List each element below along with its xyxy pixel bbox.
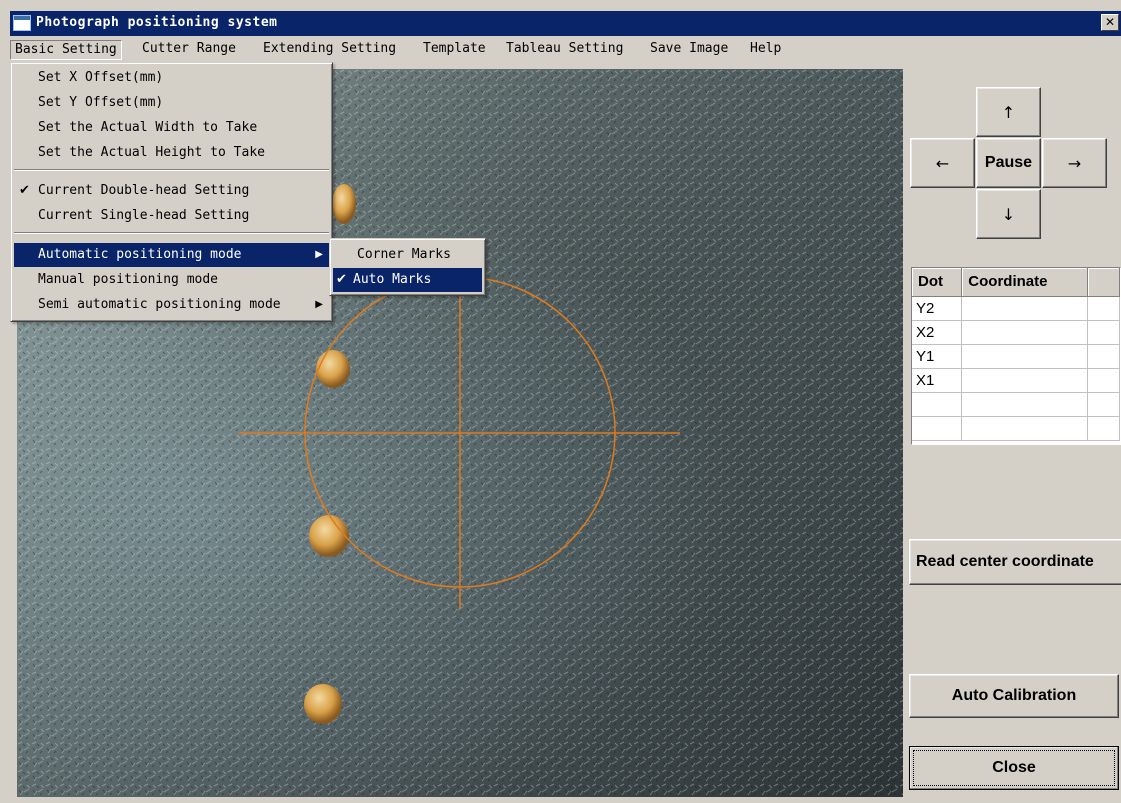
menu-save-image[interactable]: Save Image bbox=[646, 40, 732, 60]
menu-separator bbox=[14, 169, 329, 171]
check-icon: ✔ bbox=[336, 272, 347, 287]
dot-coordinate-grid[interactable]: Dot Coordinate Y2 X2 Y1 X1 bbox=[911, 267, 1121, 445]
dot-table: Dot Coordinate Y2 X2 Y1 X1 bbox=[912, 268, 1120, 441]
column-header-coordinate[interactable]: Coordinate bbox=[961, 268, 1089, 297]
check-icon: ✔ bbox=[19, 183, 30, 198]
window-title: Photograph positioning system bbox=[36, 15, 278, 30]
menu-item-label: Set Y Offset(mm) bbox=[38, 95, 164, 110]
window-close-button[interactable]: ✕ bbox=[1101, 14, 1119, 31]
pause-label: Pause bbox=[984, 154, 1033, 171]
table-row[interactable]: X2 bbox=[912, 320, 1120, 345]
jog-left-button[interactable]: ← bbox=[910, 138, 975, 188]
app-window-icon bbox=[13, 15, 31, 31]
menu-item-label: Corner Marks bbox=[357, 247, 451, 262]
registration-mark bbox=[332, 184, 356, 224]
read-center-label: Read center coordinate bbox=[916, 553, 1094, 570]
menu-extending-setting[interactable]: Extending Setting bbox=[259, 40, 400, 60]
table-header-row: Dot Coordinate bbox=[912, 268, 1120, 297]
menu-cutter-range[interactable]: Cutter Range bbox=[138, 40, 240, 60]
column-header-dot[interactable]: Dot bbox=[912, 268, 963, 297]
dot-cell: Y1 bbox=[912, 344, 963, 369]
menu-template[interactable]: Template bbox=[419, 40, 490, 60]
menu-item-label: Current Single-head Setting bbox=[38, 208, 250, 223]
auto-calibration-label: Auto Calibration bbox=[951, 687, 1077, 704]
menu-item-set-actual-height[interactable]: Set the Actual Height to Take bbox=[14, 141, 329, 165]
menu-item-set-y-offset[interactable]: Set Y Offset(mm) bbox=[14, 91, 329, 115]
registration-mark bbox=[316, 350, 350, 388]
arrow-right-icon: → bbox=[1067, 153, 1082, 173]
close-label: Close bbox=[992, 759, 1036, 776]
table-row[interactable]: Y1 bbox=[912, 344, 1120, 369]
extra-cell bbox=[1087, 368, 1120, 393]
extra-cell bbox=[1087, 296, 1120, 321]
menu-basic-setting[interactable]: Basic Setting bbox=[10, 40, 122, 60]
arrow-up-icon: ↑ bbox=[1001, 102, 1016, 122]
menu-item-label: Semi automatic positioning mode bbox=[38, 297, 281, 312]
basic-setting-menu: Set X Offset(mm) Set Y Offset(mm) Set th… bbox=[10, 62, 333, 322]
dot-cell: X1 bbox=[912, 368, 963, 393]
menu-separator bbox=[14, 232, 329, 234]
coordinate-cell bbox=[961, 416, 1089, 441]
menu-help[interactable]: Help bbox=[746, 40, 785, 60]
table-row[interactable] bbox=[912, 416, 1120, 441]
jog-up-button[interactable]: ↑ bbox=[976, 87, 1041, 137]
menu-item-set-x-offset[interactable]: Set X Offset(mm) bbox=[14, 66, 329, 90]
pause-button[interactable]: Pause bbox=[976, 138, 1041, 188]
title-bar: Photograph positioning system ✕ bbox=[10, 11, 1121, 36]
dot-cell bbox=[912, 392, 963, 417]
control-panel: ↑ ← Pause → ↓ Dot Coordinate Y2 X2 Y1 X1 bbox=[905, 62, 1121, 803]
coordinate-cell bbox=[961, 368, 1089, 393]
read-center-coordinate-button[interactable]: Read center coordinate bbox=[909, 539, 1121, 585]
coordinate-cell bbox=[961, 344, 1089, 369]
menu-item-automatic-positioning[interactable]: Automatic positioning mode ▶ bbox=[14, 243, 329, 267]
menu-tableau-setting[interactable]: Tableau Setting bbox=[502, 40, 627, 60]
dot-cell: Y2 bbox=[912, 296, 963, 321]
menu-item-label: Current Double-head Setting bbox=[38, 183, 250, 198]
close-button[interactable]: Close bbox=[909, 746, 1119, 790]
jog-down-button[interactable]: ↓ bbox=[976, 189, 1041, 239]
column-header-extra[interactable] bbox=[1087, 268, 1120, 297]
submenu-item-corner-marks[interactable]: Corner Marks bbox=[333, 243, 482, 267]
auto-positioning-submenu: Corner Marks ✔ Auto Marks bbox=[329, 238, 486, 296]
arrow-down-icon: ↓ bbox=[1001, 204, 1016, 224]
auto-calibration-button[interactable]: Auto Calibration bbox=[909, 674, 1119, 718]
arrow-left-icon: ← bbox=[935, 153, 950, 173]
menu-item-label: Automatic positioning mode bbox=[38, 247, 242, 262]
registration-mark bbox=[304, 684, 342, 724]
dot-cell: X2 bbox=[912, 320, 963, 345]
menu-bar: Basic Setting Cutter Range Extending Set… bbox=[10, 37, 1121, 62]
table-row[interactable]: X1 bbox=[912, 368, 1120, 393]
menu-item-double-head[interactable]: ✔ Current Double-head Setting bbox=[14, 179, 329, 203]
coordinate-cell bbox=[961, 296, 1089, 321]
submenu-arrow-icon: ▶ bbox=[315, 299, 323, 310]
menu-item-manual-positioning[interactable]: Manual positioning mode bbox=[14, 268, 329, 292]
extra-cell bbox=[1087, 320, 1120, 345]
jog-right-button[interactable]: → bbox=[1042, 138, 1107, 188]
submenu-item-auto-marks[interactable]: ✔ Auto Marks bbox=[333, 268, 482, 292]
registration-mark bbox=[309, 515, 349, 557]
extra-cell bbox=[1087, 392, 1120, 417]
coordinate-cell bbox=[961, 392, 1089, 417]
menu-item-label: Set the Actual Width to Take bbox=[38, 120, 258, 135]
extra-cell bbox=[1087, 344, 1120, 369]
submenu-arrow-icon: ▶ bbox=[315, 249, 323, 260]
menu-item-label: Set the Actual Height to Take bbox=[38, 145, 265, 160]
menu-item-label: Set X Offset(mm) bbox=[38, 70, 164, 85]
table-row[interactable] bbox=[912, 392, 1120, 417]
menu-item-label: Auto Marks bbox=[353, 272, 432, 287]
menu-item-semi-automatic-positioning[interactable]: Semi automatic positioning mode ▶ bbox=[14, 293, 329, 317]
menu-item-single-head[interactable]: Current Single-head Setting bbox=[14, 204, 329, 228]
extra-cell bbox=[1087, 416, 1120, 441]
menu-item-set-actual-width[interactable]: Set the Actual Width to Take bbox=[14, 116, 329, 140]
coordinate-cell bbox=[961, 320, 1089, 345]
menu-item-label: Manual positioning mode bbox=[38, 272, 219, 287]
dot-cell bbox=[912, 416, 963, 441]
table-row[interactable]: Y2 bbox=[912, 296, 1120, 321]
